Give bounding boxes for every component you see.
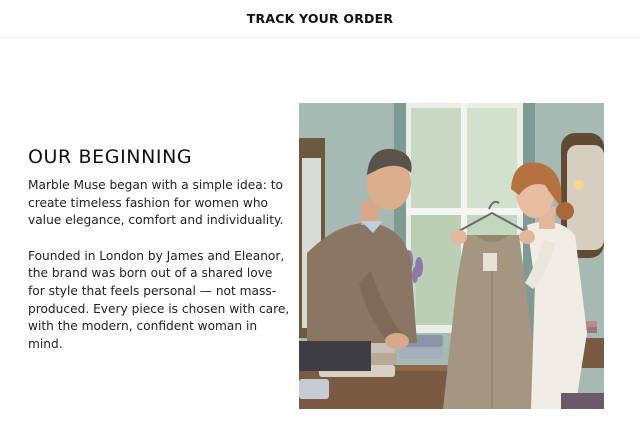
- top-bar: TRACK YOUR ORDER: [0, 0, 640, 38]
- founders-paragraph: Founded in London by James and Eleanor, …: [28, 248, 290, 351]
- about-section: OUR BEGINNING Marble Muse began with a s…: [28, 146, 290, 353]
- track-order-link[interactable]: TRACK YOUR ORDER: [247, 11, 393, 26]
- intro-paragraph: Marble Muse began with a simple idea: to…: [28, 178, 284, 228]
- section-heading: OUR BEGINNING: [28, 146, 193, 168]
- founders-photo: [299, 103, 604, 409]
